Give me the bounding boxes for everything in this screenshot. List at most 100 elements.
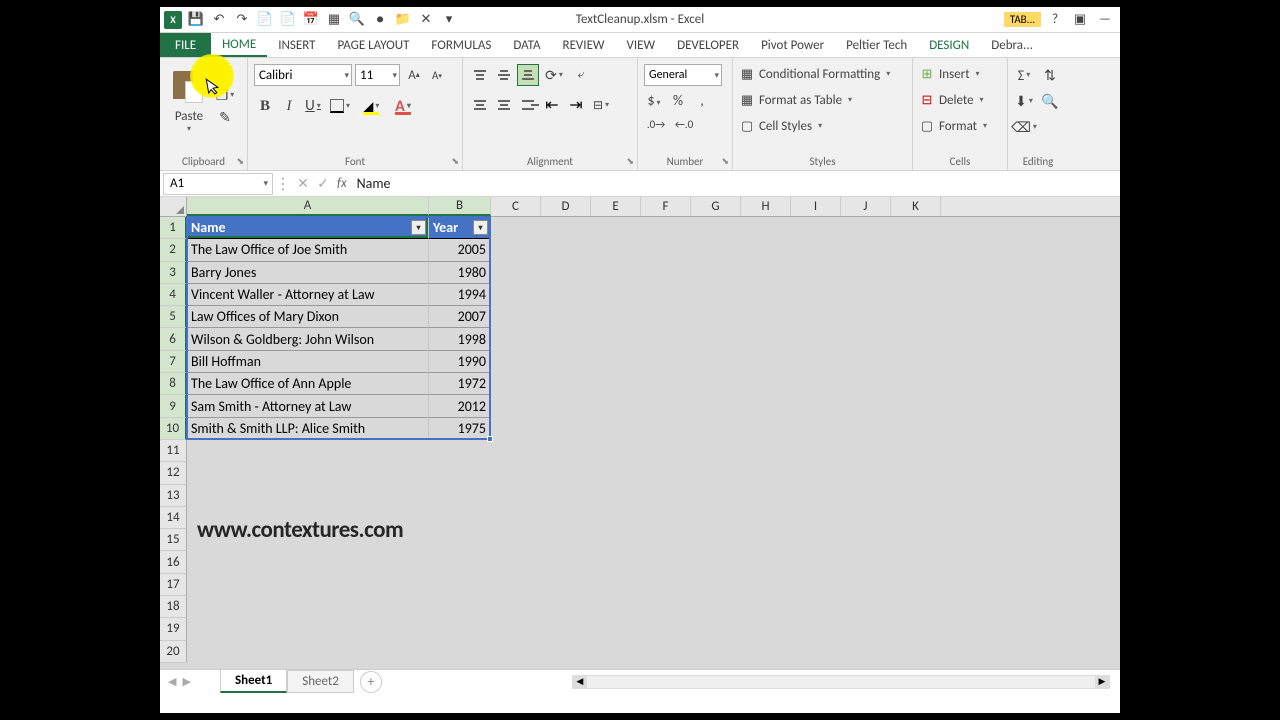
empty-cell[interactable] [429, 440, 491, 462]
empty-cell[interactable] [187, 462, 429, 484]
row-header[interactable]: 3 [160, 262, 187, 284]
calendar-icon[interactable]: 📅 [301, 10, 321, 30]
filter-dropdown-name-icon[interactable]: ▾ [411, 220, 426, 235]
fill-color-button[interactable]: ◢▾ [356, 94, 386, 118]
cell-name[interactable]: The Law Office of Joe Smith [187, 239, 429, 261]
cell-name[interactable]: Bill Hoffman [187, 351, 429, 373]
font-color-button[interactable]: A▾ [388, 94, 418, 118]
row-header[interactable]: 2 [160, 239, 187, 261]
paste-dropdown-icon[interactable]: ▾ [187, 124, 191, 134]
spreadsheet-grid[interactable]: A B C D E F G H I J K 123456789101112131… [160, 197, 1120, 669]
cell-name[interactable]: Sam Smith - Attorney at Law [187, 395, 429, 417]
table-header-name[interactable]: Name ▾ [187, 217, 429, 239]
comma-button[interactable]: , [692, 92, 712, 109]
conditional-formatting-button[interactable]: ▦Conditional Formatting▾ [739, 62, 906, 86]
enter-formula-icon[interactable]: ✓ [313, 175, 333, 192]
cell-year[interactable]: 2012 [429, 395, 491, 417]
align-center-icon[interactable] [493, 94, 515, 116]
tab-data[interactable]: DATA [502, 33, 551, 57]
row-header[interactable]: 14 [160, 507, 187, 529]
empty-cell[interactable] [429, 618, 491, 640]
increase-indent-icon[interactable]: ⇥ [565, 94, 587, 116]
empty-cell[interactable] [429, 551, 491, 573]
row-header[interactable]: 8 [160, 373, 187, 395]
cell-year[interactable]: 1990 [429, 351, 491, 373]
refresh-icon[interactable]: ▦ [324, 10, 344, 30]
empty-cell[interactable] [187, 551, 429, 573]
minimize-icon[interactable]: — [1094, 10, 1116, 30]
cell-name[interactable]: Vincent Waller - Attorney at Law [187, 284, 429, 306]
column-header-c[interactable]: C [491, 197, 541, 216]
row-header[interactable]: 16 [160, 551, 187, 573]
help-icon[interactable]: ? [1044, 10, 1066, 30]
align-right-icon[interactable] [517, 94, 539, 116]
column-header-k[interactable]: K [891, 197, 941, 216]
row-header[interactable]: 12 [160, 462, 187, 484]
italic-button[interactable]: I [278, 94, 300, 118]
find-select-icon[interactable]: 🔍 [1040, 91, 1060, 111]
increase-font-icon[interactable]: A▴ [403, 64, 425, 86]
increase-decimal-icon[interactable]: .0→ [644, 115, 668, 133]
cell-year[interactable]: 1975 [429, 418, 491, 440]
row-header[interactable]: 6 [160, 328, 187, 350]
bold-button[interactable]: B [254, 94, 276, 118]
sheet-next-icon[interactable]: ▶ [182, 675, 190, 688]
cell-year[interactable]: 1998 [429, 328, 491, 350]
row-header[interactable]: 9 [160, 395, 187, 417]
column-header-b[interactable]: B [429, 197, 491, 216]
insert-cells-button[interactable]: ⊞Insert▾ [919, 62, 1001, 86]
merge-center-icon[interactable]: ⊟▾ [589, 94, 613, 116]
sort-filter-icon[interactable]: ⇅ [1040, 65, 1060, 85]
clipboard-launcher-icon[interactable]: ⬊ [236, 156, 244, 167]
empty-cell[interactable] [429, 507, 491, 529]
underline-button[interactable]: U▾ [302, 94, 324, 118]
row-header[interactable]: 1 [160, 217, 187, 239]
close-qat-icon[interactable]: ✕ [416, 10, 436, 30]
percent-button[interactable]: % [668, 92, 688, 109]
autosum-button[interactable]: Σ▾ [1014, 65, 1034, 85]
cell-year[interactable]: 2007 [429, 306, 491, 328]
row-header[interactable]: 4 [160, 284, 187, 306]
tab-file[interactable]: FILE [160, 33, 211, 57]
qat-dropdown-icon[interactable]: ▾ [439, 10, 459, 30]
empty-cell[interactable] [429, 574, 491, 596]
sheet-tab-1[interactable]: Sheet1 [220, 669, 287, 693]
globe-icon[interactable]: ● [370, 10, 390, 30]
formula-input[interactable]: Name [351, 175, 1120, 192]
column-header-h[interactable]: H [741, 197, 791, 216]
column-header-i[interactable]: I [791, 197, 841, 216]
format-as-table-button[interactable]: ▦Format as Table▾ [739, 88, 906, 112]
empty-cell[interactable] [429, 529, 491, 551]
borders-button[interactable]: ▾ [326, 94, 354, 118]
align-middle-icon[interactable] [493, 64, 515, 86]
redo-icon[interactable]: ↷ [232, 10, 252, 30]
tab-page-layout[interactable]: PAGE LAYOUT [327, 33, 421, 57]
font-name-dropdown[interactable]: Calibri▾ [254, 64, 352, 86]
row-header[interactable]: 13 [160, 485, 187, 507]
cell-name[interactable]: Smith & Smith LLP: Alice Smith [187, 418, 429, 440]
row-header[interactable]: 10 [160, 418, 187, 440]
open-file-icon[interactable]: 📄 [278, 10, 298, 30]
empty-cell[interactable] [187, 641, 429, 663]
empty-cell[interactable] [187, 596, 429, 618]
row-header[interactable]: 19 [160, 618, 187, 640]
cell-year[interactable]: 1972 [429, 373, 491, 395]
align-bottom-icon[interactable] [517, 64, 539, 86]
decrease-indent-icon[interactable]: ⇤ [541, 94, 563, 116]
cell-name[interactable]: Barry Jones [187, 262, 429, 284]
cancel-formula-icon[interactable]: ✕ [293, 175, 313, 192]
empty-cell[interactable] [429, 641, 491, 663]
scroll-right-icon[interactable]: ▶ [1095, 676, 1109, 688]
align-top-icon[interactable] [469, 64, 491, 86]
column-header-d[interactable]: D [541, 197, 591, 216]
clear-button-icon[interactable]: ⌫▾ [1014, 117, 1034, 137]
number-launcher-icon[interactable]: ⬊ [721, 156, 729, 167]
horizontal-scrollbar[interactable]: ◀ ▶ [572, 675, 1110, 689]
empty-cell[interactable] [429, 596, 491, 618]
cell-year[interactable]: 1994 [429, 284, 491, 306]
alignment-launcher-icon[interactable]: ⬊ [626, 156, 634, 167]
empty-cell[interactable] [429, 485, 491, 507]
decrease-font-icon[interactable]: A▾ [426, 64, 448, 86]
row-header[interactable]: 17 [160, 574, 187, 596]
decrease-decimal-icon[interactable]: ←.0 [672, 115, 696, 133]
